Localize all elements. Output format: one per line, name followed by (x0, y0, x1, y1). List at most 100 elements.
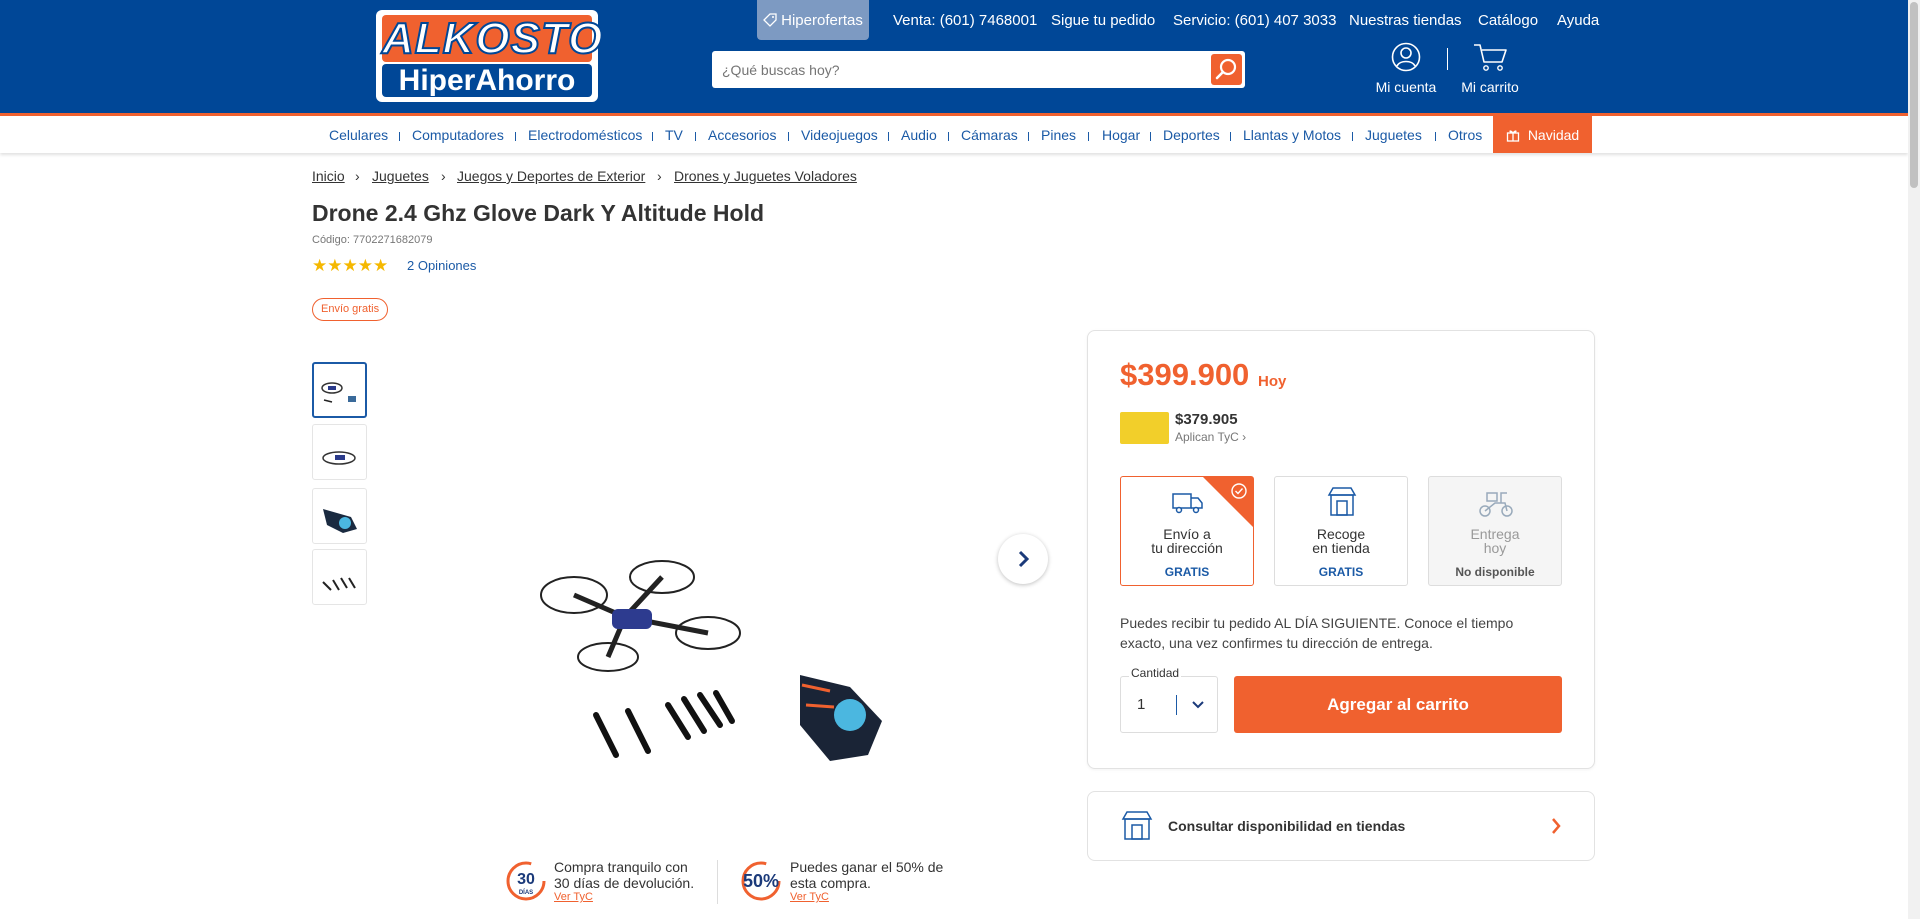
delivery-store-line2: en tienda (1312, 540, 1370, 556)
opinions-link[interactable]: 2 Opiniones (407, 258, 476, 273)
cashback-line2: esta compra. (790, 875, 871, 891)
alkosto-logo[interactable]: ALKOSTO HiperAhorro (376, 10, 603, 102)
nav-tv[interactable]: TV (665, 127, 683, 143)
delivery-store-line1: Recoge (1316, 526, 1366, 542)
store-availability-button[interactable]: Consultar disponibilidad en tiendas (1087, 791, 1595, 861)
delivery-home-sub: GRATIS (1164, 565, 1210, 579)
cart-label: Mi carrito (1461, 79, 1519, 95)
user-icon (1391, 42, 1421, 72)
drone-thumbnail-image (322, 451, 356, 465)
credit-card-icon (1120, 412, 1169, 444)
scrollbar-track[interactable] (1908, 0, 1920, 919)
nav-juguetes[interactable]: Juguetes (1365, 127, 1422, 143)
fifty-percent-icon: 50% (741, 861, 781, 901)
drone-thumbnail-image (321, 382, 356, 403)
rating-stars[interactable]: ★★★★★ (312, 256, 388, 276)
nav-separator (1352, 132, 1353, 141)
truck-icon (1172, 493, 1203, 514)
nav-pines[interactable]: Pines (1041, 127, 1076, 143)
stores-link[interactable]: Nuestras tiendas (1349, 12, 1462, 29)
delivery-option-store[interactable]: Recoge en tienda GRATIS (1274, 476, 1408, 586)
nav-computadores[interactable]: Computadores (412, 127, 504, 143)
service-phone-link[interactable]: Servicio: (601) 407 3033 (1173, 12, 1336, 29)
glove-thumbnail-image (323, 509, 357, 533)
nav-electrodomesticos[interactable]: Electrodomésticos (528, 127, 642, 143)
gift-icon (1506, 129, 1519, 142)
product-title: Drone 2.4 Ghz Glove Dark Y Altitude Hold (312, 200, 765, 226)
catalog-link[interactable]: Catálogo (1478, 12, 1538, 29)
hiperofertas-link[interactable]: Hiperofertas (757, 0, 869, 40)
cashback-text: Puedes ganar el 50% de esta compra. (790, 859, 943, 891)
help-link[interactable]: Ayuda (1557, 12, 1599, 29)
store-icon (1121, 811, 1153, 840)
return-policy-text: Compra tranquilo con 30 días de devoluci… (554, 859, 694, 891)
search-icon (1215, 58, 1237, 80)
card-tyc-label: Aplican TyC (1175, 430, 1239, 444)
category-nav: Celulares Computadores Electrodomésticos… (0, 113, 1908, 153)
thirty-days-badge-sub: DÍAS (519, 888, 533, 896)
next-image-button[interactable] (998, 534, 1048, 584)
scooter-icon (1479, 492, 1513, 517)
add-to-cart-button[interactable]: Agregar al carrito (1234, 676, 1562, 733)
nav-separator (1150, 132, 1151, 141)
nav-videojuegos[interactable]: Videojuegos (801, 127, 878, 143)
nav-navidad[interactable]: Navidad (1493, 116, 1592, 153)
search-input[interactable] (722, 51, 1182, 88)
nav-separator (1088, 132, 1089, 141)
card-tyc-link[interactable]: Aplican TyC › (1175, 430, 1246, 444)
propellers-thumbnail-image (322, 577, 356, 591)
nav-celulares[interactable]: Celulares (329, 127, 388, 143)
nav-otros[interactable]: Otros (1448, 127, 1482, 143)
nav-hogar[interactable]: Hogar (1102, 127, 1140, 143)
return-policy-line1: Compra tranquilo con (554, 859, 688, 875)
breadcrumb-drones[interactable]: Drones y Juguetes Voladores (674, 168, 857, 184)
card-price: $379.905 (1175, 411, 1238, 428)
cashback-line1: Puedes ganar el 50% de (790, 859, 944, 875)
thumbnail-2[interactable] (312, 424, 367, 480)
delivery-today-label: Entrega hoy (1429, 527, 1561, 555)
breadcrumb-juegos-deportes[interactable]: Juegos y Deportes de Exterior (457, 168, 645, 184)
nav-deportes[interactable]: Deportes (1163, 127, 1220, 143)
product-main-image[interactable] (530, 545, 920, 785)
venta-phone-link[interactable]: Venta: (601) 7468001 (893, 12, 1037, 29)
account-button[interactable]: Mi cuenta (1373, 42, 1439, 95)
nav-accesorios[interactable]: Accesorios (708, 127, 776, 143)
search-button[interactable] (1211, 54, 1242, 85)
delivery-home-line1: Envío a (1163, 526, 1211, 542)
breadcrumb-inicio[interactable]: Inicio (312, 168, 345, 184)
chevron-right-icon: › (1242, 430, 1247, 444)
price-today-label: Hoy (1258, 373, 1287, 390)
cart-button[interactable]: Mi carrito (1457, 42, 1523, 95)
quantity-select[interactable]: 1 (1120, 676, 1218, 733)
cashback-tyc-link[interactable]: Ver TyC (790, 891, 829, 903)
product-price: $399.900 (1120, 357, 1250, 392)
thumbnail-1[interactable] (312, 362, 367, 418)
hiperofertas-label: Hiperofertas (781, 11, 863, 29)
delivery-today-sub: No disponible (1455, 565, 1535, 579)
thirty-days-badge: 30 (517, 871, 535, 888)
delivery-option-home[interactable]: Envío a tu dirección GRATIS (1120, 476, 1254, 586)
thumbnail-4[interactable] (312, 549, 367, 605)
chevron-right-icon (1018, 550, 1030, 568)
nav-llantas-motos[interactable]: Llantas y Motos (1243, 127, 1341, 143)
delivery-today-line1: Entrega (1470, 526, 1520, 542)
store-availability-label: Consultar disponibilidad en tiendas (1168, 818, 1406, 834)
scrollbar-thumb[interactable] (1910, 2, 1918, 188)
nav-separator (948, 132, 949, 141)
return-policy-line2: 30 días de devolución. (554, 875, 695, 891)
nav-separator (1435, 132, 1436, 141)
thumbnail-3[interactable] (312, 488, 367, 544)
delivery-today-line2: hoy (1483, 540, 1507, 556)
search-bar (712, 51, 1245, 88)
chevron-right-icon: › (441, 168, 446, 184)
breadcrumb-juguetes[interactable]: Juguetes (372, 168, 429, 184)
nav-separator (652, 132, 653, 141)
nav-separator (788, 132, 789, 141)
nav-camaras[interactable]: Cámaras (961, 127, 1018, 143)
return-policy-tyc-link[interactable]: Ver TyC (554, 891, 593, 903)
top-header: ALKOSTO HiperAhorro Hiperofertas Venta: … (0, 0, 1908, 113)
delivery-store-label: Recoge en tienda (1275, 527, 1407, 555)
track-order-link[interactable]: Sigue tu pedido (1051, 12, 1155, 29)
nav-audio[interactable]: Audio (901, 127, 937, 143)
nav-separator (515, 132, 516, 141)
